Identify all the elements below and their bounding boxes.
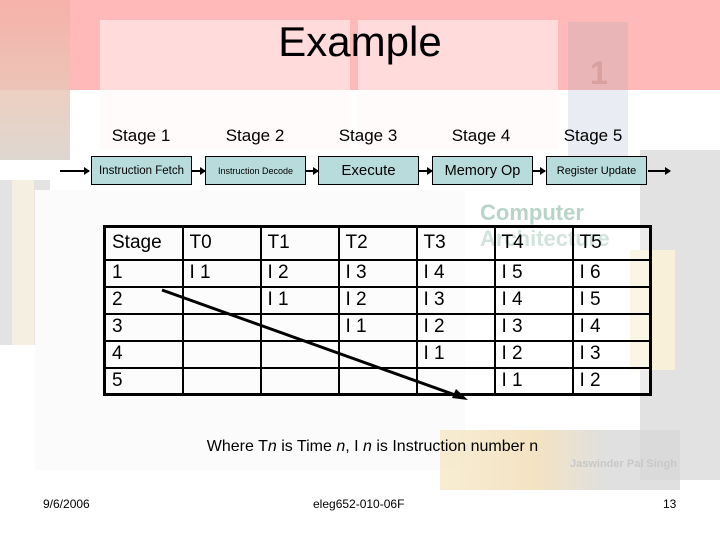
stage-label-1: Stage 1	[111, 126, 171, 145]
table-row-label: 3	[103, 312, 184, 342]
table-row: 4 I 1I 2I 3	[103, 339, 652, 369]
caption-text: , I	[345, 438, 363, 455]
stage-box-label: Instruction Decode	[217, 165, 294, 176]
table-cell: I 2	[415, 312, 496, 342]
table-cell	[415, 366, 496, 396]
slide-title: Example	[278, 18, 442, 65]
table-cell: I 1	[181, 258, 262, 288]
arrow-icon	[533, 167, 546, 175]
arrow-icon	[306, 167, 319, 175]
stage-label-5: Stage 5	[563, 126, 623, 145]
caption-text: Where T	[206, 438, 268, 455]
stage-box-register-update: Register Update	[546, 156, 647, 185]
stage-box-execute: Execute	[318, 156, 419, 185]
table-cell	[259, 339, 340, 369]
table-cell	[259, 312, 340, 342]
arrow-icon	[419, 167, 433, 175]
table-cell	[181, 285, 262, 315]
table-row: 5 I 1I 2	[103, 366, 652, 396]
table-cell: I 3	[571, 339, 652, 369]
table-row: 1I 1I 2I 3I 4I 5I 6	[103, 258, 652, 288]
arrow-icon	[648, 167, 671, 175]
caption-var: n	[267, 438, 277, 455]
table-cell	[181, 339, 262, 369]
table-cell: I 3	[493, 312, 574, 342]
table-cell: T0	[181, 225, 262, 261]
stage-box-label: Execute	[341, 162, 396, 179]
table-cell: I 2	[571, 366, 652, 396]
stage-box-label: Instruction Fetch	[98, 164, 184, 177]
table-cell: I 5	[571, 285, 652, 315]
table-cell	[181, 312, 262, 342]
table-row-label: Stage	[103, 225, 184, 261]
table-cell: T1	[259, 225, 340, 261]
table-row: 2 I 1I 2I 3I 4I 5	[103, 285, 652, 315]
table-cell: I 2	[337, 285, 418, 315]
caption-var: n	[363, 438, 372, 455]
table-cell: I 1	[337, 312, 418, 342]
table-cell: I 6	[571, 258, 652, 288]
table-cell	[337, 339, 418, 369]
stage-box-instruction-fetch: Instruction Fetch	[91, 156, 192, 185]
table-cell	[259, 366, 340, 396]
stage-label-4: Stage 4	[451, 126, 511, 145]
table-caption: Where Tn is Time n, I n is Instruction n…	[0, 438, 720, 456]
table-cell: I 1	[259, 285, 340, 315]
table-cell: I 5	[493, 258, 574, 288]
table-cell: I 4	[493, 285, 574, 315]
background-book-author: Jaswinder Pal Singh	[570, 458, 677, 470]
table-cell: I 4	[571, 312, 652, 342]
stage-box-label: Register Update	[556, 164, 637, 177]
table-cell: T4	[493, 225, 574, 261]
table-cell: I 4	[415, 258, 496, 288]
stage-box-label: Memory Op	[444, 162, 521, 179]
table-row-label: 1	[103, 258, 184, 288]
table-row-label: 5	[103, 366, 184, 396]
table-cell: I 2	[259, 258, 340, 288]
table-cell: T3	[415, 225, 496, 261]
pipeline-timing-table: Stage T0 T1 T2 T3 T4 T5 1 I 1I 2I 3I 4I 5I 62I 1…	[103, 225, 652, 396]
table-row: 3 I 1I 2I 3I 4	[103, 312, 652, 342]
arrow-icon	[60, 167, 90, 175]
stage-label-2: Stage 2	[225, 126, 285, 145]
table-row-label: 4	[103, 339, 184, 369]
table-cell: I 1	[415, 339, 496, 369]
footer-page-number: 13	[663, 497, 677, 511]
table-row-label: 2	[103, 285, 184, 315]
arrow-icon	[192, 167, 206, 175]
table-cell: T5	[571, 225, 652, 261]
table-cell: I 3	[337, 258, 418, 288]
table-cell	[181, 366, 262, 396]
stage-box-memory-op: Memory Op	[432, 156, 533, 185]
table-cell: I 1	[493, 366, 574, 396]
table-cell: T2	[337, 225, 418, 261]
table-cell: I 3	[415, 285, 496, 315]
table-header-row: Stage T0 T1 T2 T3 T4 T5	[103, 225, 652, 261]
caption-var: n	[336, 438, 346, 455]
stage-box-instruction-decode: Instruction Decode	[205, 156, 306, 185]
caption-text: is Instruction number n	[371, 438, 539, 455]
caption-text: is Time	[276, 438, 337, 455]
table-cell	[337, 366, 418, 396]
table-cell: I 2	[493, 339, 574, 369]
stage-label-3: Stage 3	[338, 126, 398, 145]
background-book-spine	[12, 180, 34, 345]
footer-date: 9/6/2006	[43, 497, 90, 511]
footer-course: eleg652-010-06F	[313, 497, 405, 511]
